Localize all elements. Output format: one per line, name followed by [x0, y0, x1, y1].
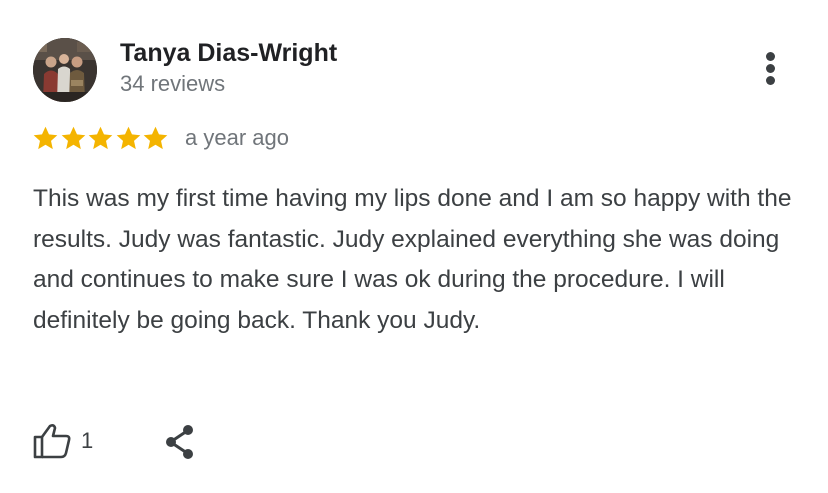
star-icon — [88, 126, 113, 149]
avatar-photo — [33, 38, 97, 102]
reviewer-name[interactable]: Tanya Dias-Wright — [120, 38, 337, 68]
like-button[interactable]: 1 — [33, 421, 93, 461]
more-options-button[interactable] — [756, 46, 786, 90]
share-button[interactable] — [160, 422, 200, 462]
review-text: This was my first time having my lips do… — [33, 185, 792, 334]
star-rating — [32, 124, 170, 152]
thumbs-up-icon — [33, 424, 71, 459]
review-time: a year ago — [185, 125, 289, 150]
star-icon — [143, 126, 168, 149]
like-count: 1 — [81, 428, 94, 453]
avatar[interactable] — [33, 38, 97, 102]
review-card: Tanya Dias-Wright 34 reviews a year ago … — [0, 0, 828, 493]
review-count: 34 reviews — [120, 71, 226, 96]
share-icon — [166, 425, 193, 459]
star-icon — [116, 126, 140, 149]
star-icon — [61, 126, 85, 149]
star-icon — [33, 126, 58, 149]
